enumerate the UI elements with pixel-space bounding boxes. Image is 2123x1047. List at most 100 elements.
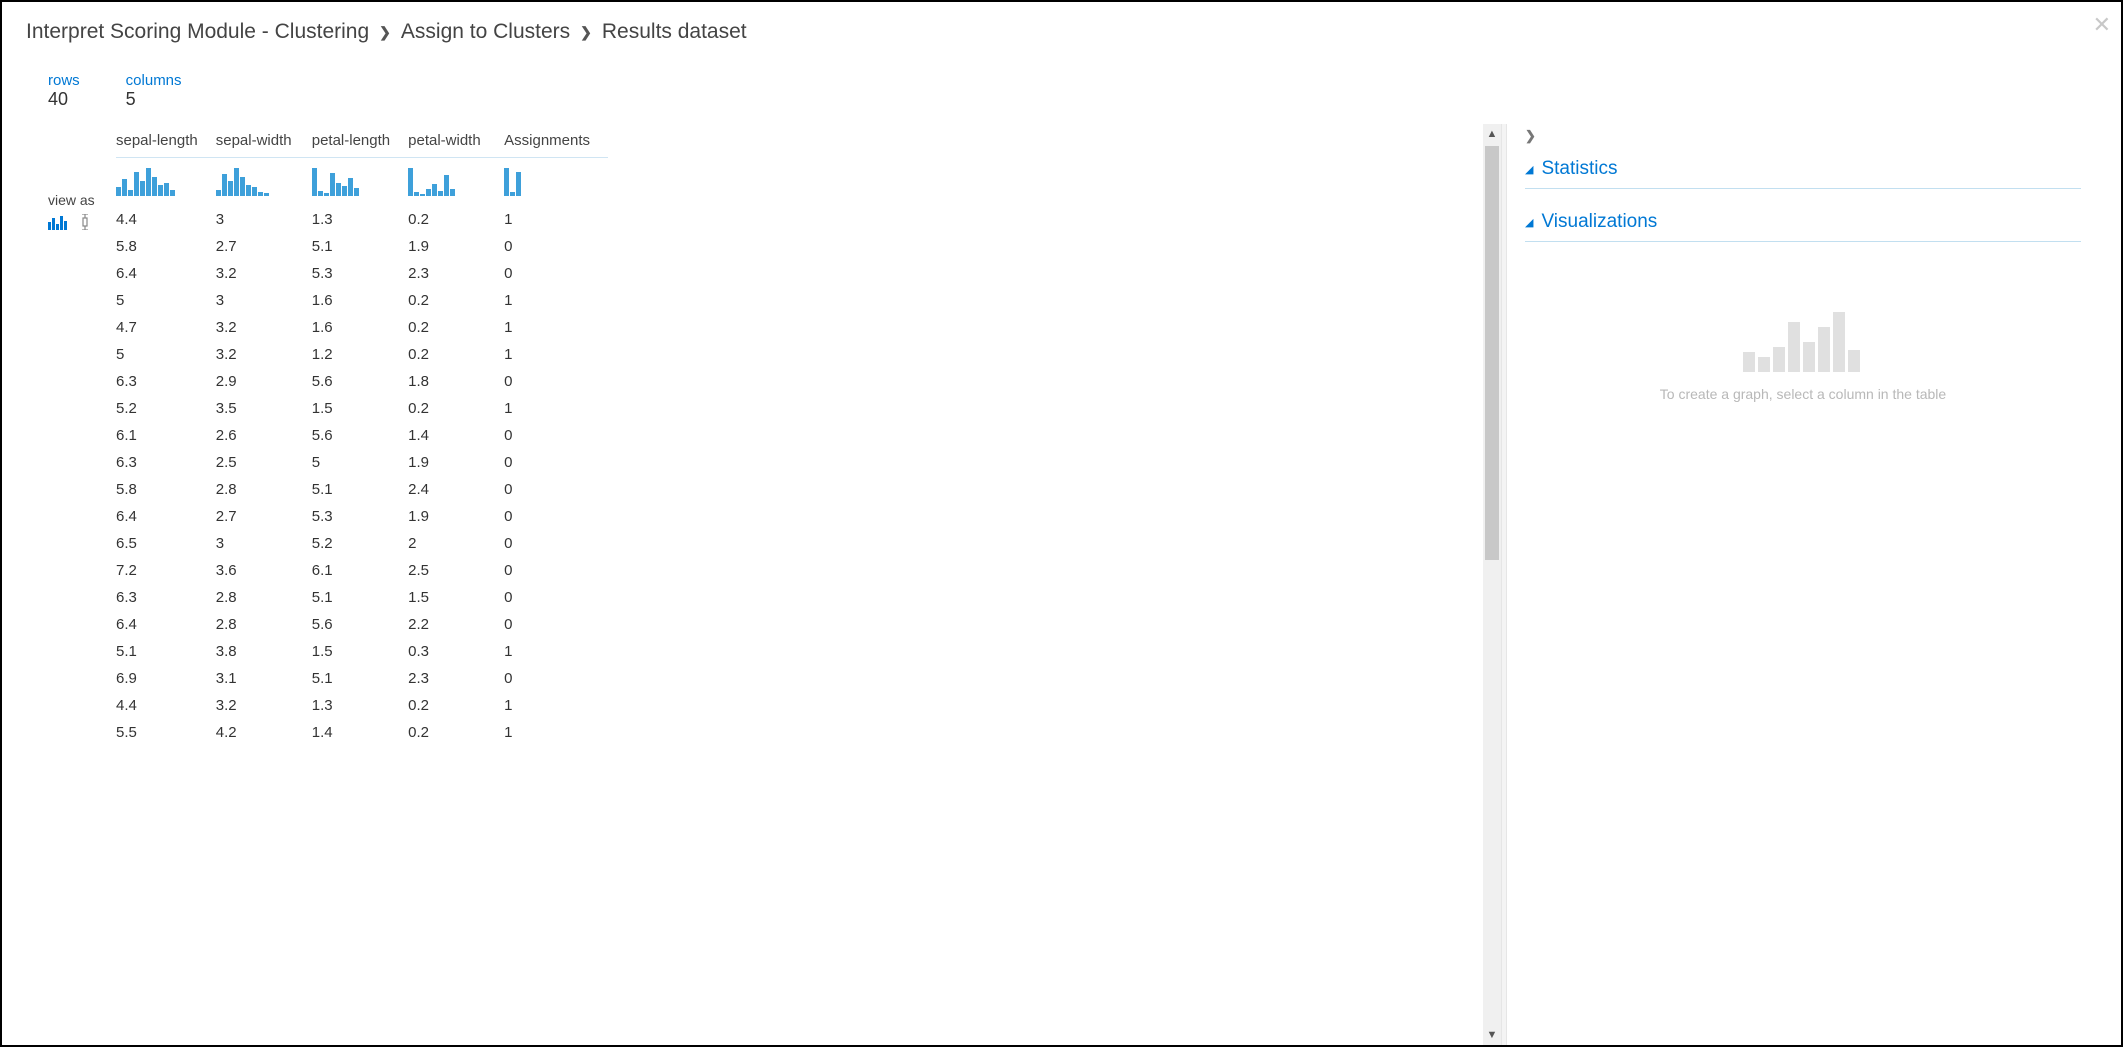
column-header[interactable]: petal-length (312, 124, 408, 158)
breadcrumb-item-1[interactable]: Assign to Clusters (401, 20, 570, 44)
table-cell: 0 (504, 422, 608, 449)
statistics-section-header[interactable]: ◢ Statistics (1525, 154, 2081, 189)
column-histogram[interactable] (312, 158, 408, 207)
table-cell: 5 (312, 449, 408, 476)
visualization-placeholder-text: To create a graph, select a column in th… (1525, 386, 2081, 402)
chevron-right-icon: ❯ (580, 24, 592, 41)
table-cell: 2.5 (408, 557, 504, 584)
table-cell: 2.2 (408, 611, 504, 638)
table-row[interactable]: 53.21.20.21 (116, 341, 608, 368)
table-row[interactable]: 6.32.85.11.50 (116, 584, 608, 611)
breadcrumb-item-2[interactable]: Results dataset (602, 20, 747, 44)
table-cell: 5.1 (312, 584, 408, 611)
rows-value: 40 (48, 89, 80, 110)
collapse-icon: ◢ (1525, 163, 1533, 176)
table-cell: 4.7 (116, 314, 216, 341)
table-cell: 1.6 (312, 314, 408, 341)
table-row[interactable]: 5.82.75.11.90 (116, 233, 608, 260)
table-cell: 6.3 (116, 584, 216, 611)
table-row[interactable]: 6.32.95.61.80 (116, 368, 608, 395)
table-cell: 3.2 (216, 341, 312, 368)
table-cell: 2.3 (408, 260, 504, 287)
table-cell: 0 (504, 584, 608, 611)
column-histogram[interactable] (216, 158, 312, 207)
table-cell: 6.1 (312, 557, 408, 584)
columns-value: 5 (126, 89, 182, 110)
column-histogram[interactable] (116, 158, 216, 207)
chevron-right-icon: ❯ (379, 24, 391, 41)
bar-chart-placeholder-icon (1743, 302, 1863, 372)
table-cell: 6.1 (116, 422, 216, 449)
table-cell: 6.5 (116, 530, 216, 557)
table-row[interactable]: 5.54.21.40.21 (116, 719, 608, 746)
table-cell: 5.1 (116, 638, 216, 665)
table-cell: 2 (408, 530, 504, 557)
table-cell: 5.1 (312, 665, 408, 692)
column-header[interactable]: sepal-length (116, 124, 216, 158)
table-cell: 2.4 (408, 476, 504, 503)
table-row[interactable]: 6.42.85.62.20 (116, 611, 608, 638)
boxplot-view-icon[interactable] (78, 214, 92, 233)
table-cell: 6.9 (116, 665, 216, 692)
table-cell: 3.8 (216, 638, 312, 665)
table-cell: 0.2 (408, 719, 504, 746)
table-cell: 2.8 (216, 584, 312, 611)
column-histogram[interactable] (504, 158, 608, 207)
chevron-right-icon[interactable]: ❯ (1525, 128, 2081, 144)
scroll-down-icon[interactable]: ▼ (1483, 1025, 1501, 1045)
table-cell: 1.5 (408, 584, 504, 611)
close-icon[interactable]: ✕ (2093, 12, 2111, 38)
table-cell: 2.3 (408, 665, 504, 692)
table-row[interactable]: 6.32.551.90 (116, 449, 608, 476)
scroll-up-icon[interactable]: ▲ (1483, 124, 1501, 144)
table-cell: 0.2 (408, 341, 504, 368)
table-cell: 6.3 (116, 368, 216, 395)
table-cell: 0.2 (408, 314, 504, 341)
table-row[interactable]: 6.42.75.31.90 (116, 503, 608, 530)
table-row[interactable]: 531.60.21 (116, 287, 608, 314)
table-row[interactable]: 7.23.66.12.50 (116, 557, 608, 584)
column-histogram[interactable] (408, 158, 504, 207)
table-row[interactable]: 6.43.25.32.30 (116, 260, 608, 287)
table-row[interactable]: 4.431.30.21 (116, 206, 608, 233)
table-row[interactable]: 5.23.51.50.21 (116, 395, 608, 422)
table-row[interactable]: 6.12.65.61.40 (116, 422, 608, 449)
table-row[interactable]: 6.535.220 (116, 530, 608, 557)
visualizations-label: Visualizations (1541, 211, 1657, 233)
table-cell: 0 (504, 368, 608, 395)
statistics-label: Statistics (1541, 158, 1617, 180)
table-cell: 6.4 (116, 503, 216, 530)
column-header[interactable]: petal-width (408, 124, 504, 158)
table-cell: 5.3 (312, 503, 408, 530)
vertical-scrollbar[interactable]: ▲ ▼ (1483, 124, 1501, 1045)
table-cell: 3.5 (216, 395, 312, 422)
column-header[interactable]: Assignments (504, 124, 608, 158)
scroll-thumb[interactable] (1485, 146, 1499, 560)
table-cell: 1 (504, 206, 608, 233)
table-cell: 0 (504, 557, 608, 584)
histogram-view-icon[interactable] (48, 214, 70, 233)
table-cell: 0 (504, 530, 608, 557)
table-cell: 5.8 (116, 233, 216, 260)
table-row[interactable]: 4.43.21.30.21 (116, 692, 608, 719)
table-cell: 3 (216, 530, 312, 557)
columns-label: columns (126, 72, 182, 89)
table-row[interactable]: 6.93.15.12.30 (116, 665, 608, 692)
table-cell: 3.6 (216, 557, 312, 584)
table-cell: 0 (504, 233, 608, 260)
table-cell: 0 (504, 260, 608, 287)
breadcrumb-item-0[interactable]: Interpret Scoring Module - Clustering (26, 20, 369, 44)
table-cell: 1.6 (312, 287, 408, 314)
table-cell: 3.2 (216, 260, 312, 287)
table-row[interactable]: 5.13.81.50.31 (116, 638, 608, 665)
visualizations-section-header[interactable]: ◢ Visualizations (1525, 207, 2081, 242)
table-row[interactable]: 4.73.21.60.21 (116, 314, 608, 341)
table-cell: 6.3 (116, 449, 216, 476)
table-cell: 3.2 (216, 692, 312, 719)
table-row[interactable]: 5.82.85.12.40 (116, 476, 608, 503)
table-cell: 5.6 (312, 422, 408, 449)
table-cell: 3 (216, 287, 312, 314)
table-cell: 1.3 (312, 692, 408, 719)
column-header[interactable]: sepal-width (216, 124, 312, 158)
table-cell: 0 (504, 611, 608, 638)
